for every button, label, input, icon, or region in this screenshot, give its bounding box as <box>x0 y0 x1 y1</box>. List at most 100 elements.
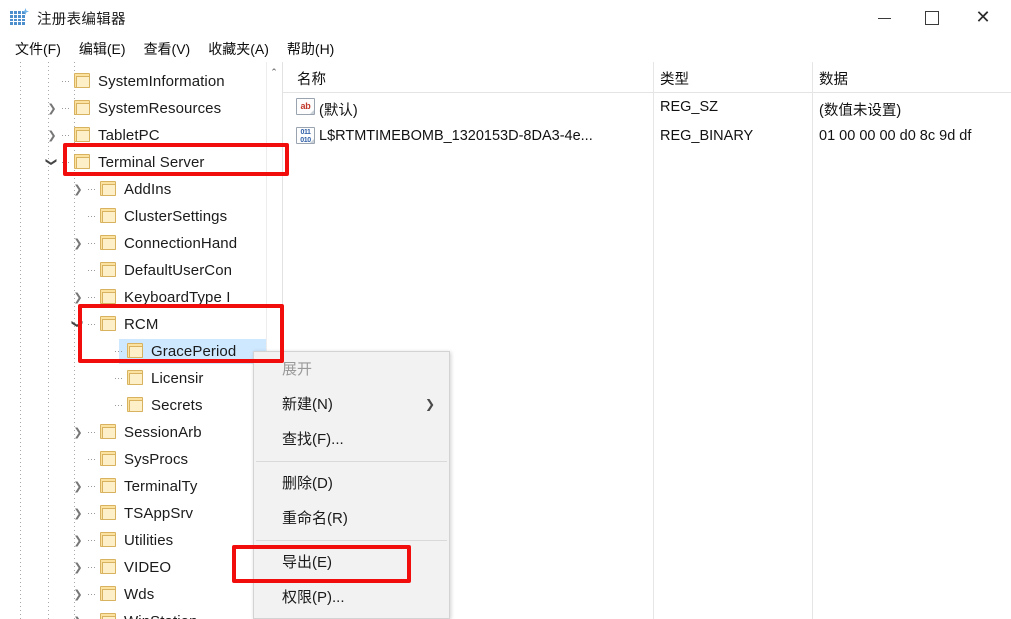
close-button[interactable]: ✕ <box>955 0 1011 36</box>
tree-item-secrets[interactable]: Secrets <box>0 392 282 419</box>
tree-item-label: AddIns <box>124 181 172 198</box>
tree-connector <box>115 378 122 379</box>
tree-item-label: SessionArb <box>124 424 202 441</box>
tree-item-keyboardtype-i[interactable]: ❯ KeyboardType I <box>0 284 282 311</box>
chevron-right-icon[interactable]: ❯ <box>70 613 86 619</box>
tree-item-label: WinStation <box>124 613 198 619</box>
folder-icon <box>127 343 145 359</box>
tree-connector <box>88 270 95 271</box>
window-title: 注册表编辑器 <box>37 11 126 28</box>
chevron-right-icon[interactable]: ❯ <box>70 505 86 521</box>
tree-connector <box>88 486 95 487</box>
context-menu-item-4[interactable]: 删除(D) <box>254 466 449 501</box>
tree-item-video[interactable]: ❯ VIDEO <box>0 554 282 581</box>
tree-connector <box>88 513 95 514</box>
tree-item-terminal-server[interactable]: ❯ Terminal Server <box>0 149 282 176</box>
column-header-data[interactable]: 数据 <box>819 68 848 89</box>
chevron-right-icon[interactable]: ❯ <box>70 181 86 197</box>
folder-icon <box>100 289 118 305</box>
list-column-headers: 名称 类型 数据 <box>283 62 1011 93</box>
scroll-up-icon[interactable]: ⌃ <box>267 64 281 80</box>
chevron-right-icon[interactable]: ❯ <box>70 586 86 602</box>
context-menu-item-3[interactable]: 查找(F)... <box>254 422 449 457</box>
window-controls: ✕ <box>861 0 1011 36</box>
chevron-right-icon[interactable]: ❯ <box>70 532 86 548</box>
tree-item-defaultusercon[interactable]: DefaultUserCon <box>0 257 282 284</box>
context-menu[interactable]: 展开新建(N) ❯ 查找(F)... 删除(D) 重命名(R) 导出(E) 权限(P)...… <box>253 351 450 619</box>
folder-icon <box>74 100 92 116</box>
tree-item-licensir[interactable]: Licensir <box>0 365 282 392</box>
context-menu-item-5[interactable]: 重命名(R) <box>254 501 449 536</box>
tree-item-label: Secrets <box>151 397 203 414</box>
tree-connector <box>88 459 95 460</box>
context-menu-item-label: 展开 <box>282 361 313 378</box>
tree-connector <box>88 567 95 568</box>
tree-item-utilities[interactable]: ❯ Utilities <box>0 527 282 554</box>
value-data: (数值未设置) <box>819 103 902 119</box>
tree-item-label: GracePeriod <box>151 343 237 360</box>
folder-icon <box>127 397 145 413</box>
tree-item-clustersettings[interactable]: ClusterSettings <box>0 203 282 230</box>
folder-icon <box>100 424 118 440</box>
binary-value-icon: 011 010 <box>296 127 315 144</box>
column-header-name[interactable]: 名称 <box>297 68 326 89</box>
minimize-button[interactable] <box>861 0 908 36</box>
chevron-down-icon[interactable]: ❯ <box>44 154 60 170</box>
menu-item-5[interactable]: 帮助(H) <box>278 36 343 63</box>
tree-item-graceperiod[interactable]: GracePeriod <box>0 338 282 365</box>
tree-item-systeminformation[interactable]: SystemInformation <box>0 68 282 95</box>
tree-connector <box>88 324 95 325</box>
folder-icon <box>100 451 118 467</box>
menu-item-3[interactable]: 查看(V) <box>135 36 200 63</box>
folder-icon <box>74 73 92 89</box>
tree-item-winstation[interactable]: ❯ WinStation <box>0 608 282 619</box>
tree-item-rcm[interactable]: ❯ RCM <box>0 311 282 338</box>
value-row[interactable]: ab (默认) REG_SZ (数值未设置) <box>283 95 1011 124</box>
registry-editor-window: 注册表编辑器 ✕ 文件(F) 编辑(E) 查看(V) 收藏夹(A) 帮助(H) Syst… <box>0 0 1011 619</box>
tree-item-label: SystemInformation <box>98 73 225 90</box>
tree-item-wds[interactable]: ❯ Wds <box>0 581 282 608</box>
folder-icon <box>100 235 118 251</box>
chevron-right-icon[interactable]: ❯ <box>70 235 86 251</box>
menu-item-1[interactable]: 文件(F) <box>6 36 70 63</box>
tree-item-tabletpc[interactable]: ❯ TabletPC <box>0 122 282 149</box>
context-menu-item-7[interactable]: 权限(P)... <box>254 580 449 615</box>
chevron-right-icon[interactable]: ❯ <box>44 127 60 143</box>
maximize-button[interactable] <box>908 0 955 36</box>
tree-item-systemresources[interactable]: ❯ SystemResources <box>0 95 282 122</box>
folder-icon <box>127 370 145 386</box>
context-menu-item-label: 删除(D) <box>282 475 333 492</box>
context-menu-item-label: 导出(E) <box>282 554 332 571</box>
tree-item-label: ClusterSettings <box>124 208 228 225</box>
context-menu-item-2[interactable]: 新建(N) ❯ <box>254 387 449 422</box>
tree-connector <box>115 405 122 406</box>
tree-connector <box>62 162 69 163</box>
tree-item-tsappsrv[interactable]: ❯ TSAppSrv <box>0 500 282 527</box>
chevron-right-icon[interactable]: ❯ <box>70 559 86 575</box>
tree-item-label: VIDEO <box>124 559 172 576</box>
column-header-type[interactable]: 类型 <box>660 68 689 89</box>
chevron-right-icon[interactable]: ❯ <box>70 478 86 494</box>
tree-item-terminalty[interactable]: ❯ TerminalTy <box>0 473 282 500</box>
tree-connector <box>88 432 95 433</box>
tree-item-label: KeyboardType I <box>124 289 231 306</box>
tree-item-label: TabletPC <box>98 127 160 144</box>
folder-icon <box>100 532 118 548</box>
string-value-icon: ab <box>296 98 315 115</box>
tree-item-connectionhand[interactable]: ❯ ConnectionHand <box>0 230 282 257</box>
registry-tree-pane[interactable]: SystemInformation ❯ SystemResources ❯ Tablet… <box>0 62 283 619</box>
value-row[interactable]: 011 010 L$RTMTIMEBOMB_1320153D-8DA3-4e... R… <box>283 124 1011 153</box>
chevron-right-icon[interactable]: ❯ <box>70 289 86 305</box>
tree-item-sessionarb[interactable]: ❯ SessionArb <box>0 419 282 446</box>
chevron-right-icon[interactable]: ❯ <box>44 100 60 116</box>
chevron-right-icon[interactable]: ❯ <box>70 424 86 440</box>
tree-item-sysprocs[interactable]: SysProcs <box>0 446 282 473</box>
context-menu-separator <box>256 540 447 541</box>
menu-bar: 文件(F) 编辑(E) 查看(V) 收藏夹(A) 帮助(H) <box>0 36 1011 62</box>
folder-icon <box>100 478 118 494</box>
menu-item-2[interactable]: 编辑(E) <box>70 36 135 63</box>
tree-item-addins[interactable]: ❯ AddIns <box>0 176 282 203</box>
menu-item-4[interactable]: 收藏夹(A) <box>199 36 278 63</box>
context-menu-item-6[interactable]: 导出(E) <box>254 545 449 580</box>
chevron-down-icon[interactable]: ❯ <box>70 316 86 332</box>
